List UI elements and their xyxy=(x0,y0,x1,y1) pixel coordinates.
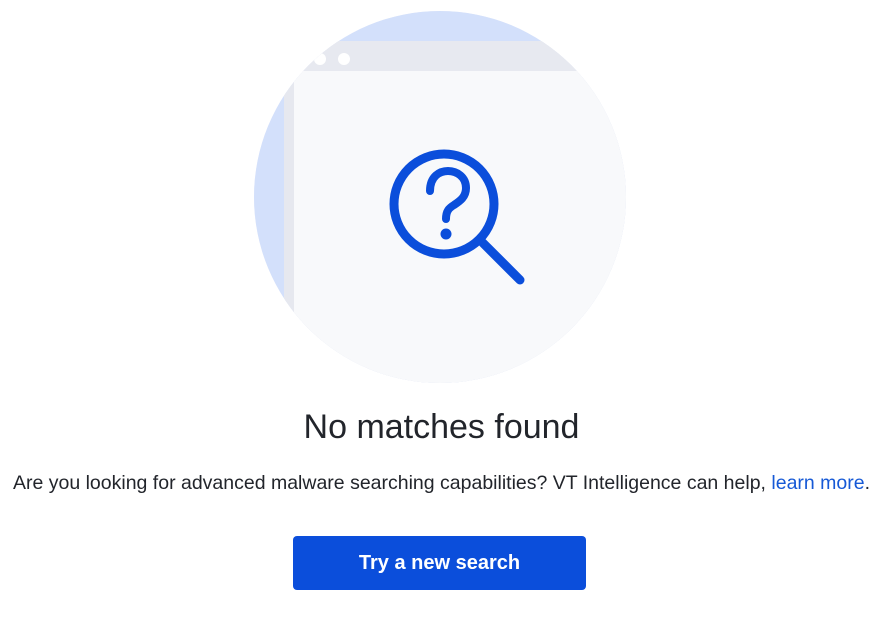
empty-state-title: No matches found xyxy=(303,408,580,446)
empty-search-results: No matches found Are you looking for adv… xyxy=(0,0,883,627)
empty-state-message: Are you looking for advanced malware sea… xyxy=(0,470,883,496)
empty-state-message-end: . xyxy=(864,472,871,494)
empty-state-message-text: Are you looking for advanced malware sea… xyxy=(12,472,766,494)
no-results-illustration xyxy=(254,11,626,383)
try-new-search-button[interactable]: Try a new search xyxy=(293,536,586,590)
learn-more-link[interactable]: learn more xyxy=(771,472,864,494)
